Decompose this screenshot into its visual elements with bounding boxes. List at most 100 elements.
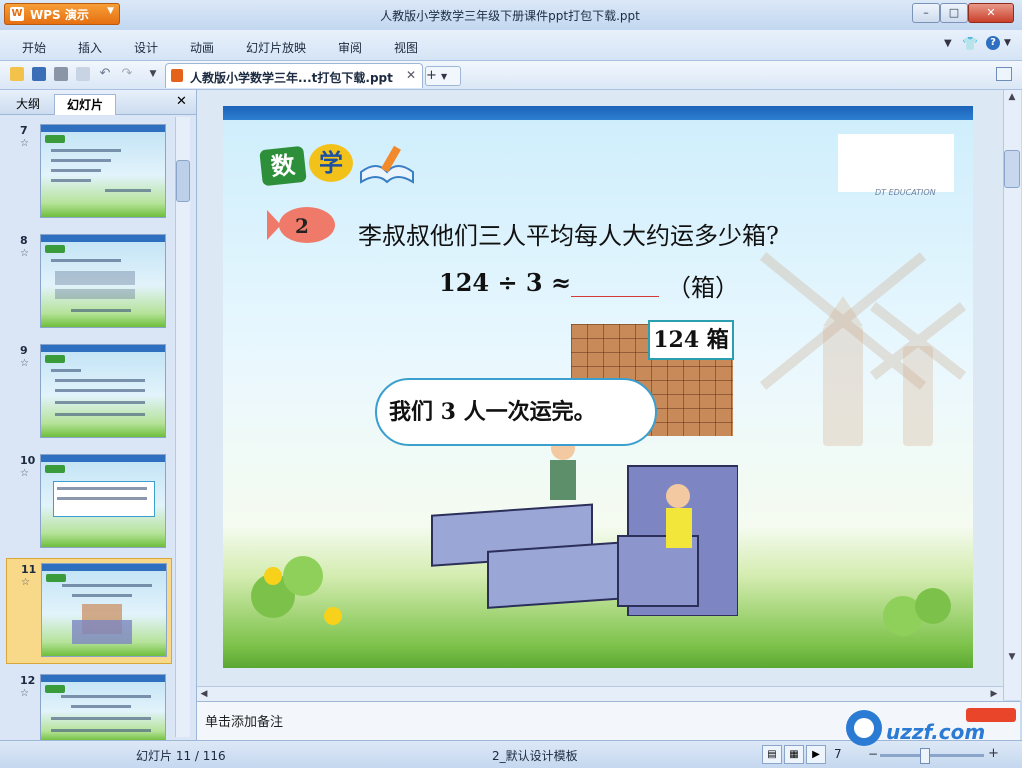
help-icon[interactable]: ? (986, 36, 1000, 50)
slide-number: 7 (20, 124, 28, 137)
star-icon: ☆ (20, 358, 29, 369)
slide-thumbnail-8[interactable]: 8 ☆ (6, 230, 170, 330)
question-number: 2 (295, 214, 309, 238)
slide-preview (41, 563, 167, 657)
panel-tabs: 大纲 幻灯片 ✕ (0, 90, 196, 115)
menu-slideshow[interactable]: 幻灯片放映 (246, 39, 306, 56)
clover-decoration (883, 588, 951, 636)
unit-text: （箱） (667, 274, 739, 302)
watermark-text: uzzf.com (886, 720, 986, 744)
slide-preview (40, 124, 166, 218)
menu-animation[interactable]: 动画 (190, 39, 214, 56)
star-icon: ☆ (20, 138, 29, 149)
close-tab-icon[interactable]: ✕ (406, 68, 416, 82)
menu-view[interactable]: 视图 (394, 39, 418, 56)
speech-text: 我们 3 人一次运完。 (389, 399, 596, 425)
undo-icon[interactable]: ↶ (98, 67, 112, 81)
slide-number: 12 (20, 674, 36, 687)
slide-thumbnail-7[interactable]: 7 ☆ (6, 120, 170, 220)
horizontal-scrollbar[interactable]: ◀ ▶ (197, 686, 1003, 701)
save-icon[interactable] (32, 67, 46, 81)
menu-review[interactable]: 审阅 (338, 39, 362, 56)
slide-preview (40, 234, 166, 328)
edu-caption: DT EDUCATION (875, 188, 936, 197)
ppt-file-icon (171, 69, 183, 82)
window-layout-icon[interactable] (996, 67, 1012, 81)
menu-bar: 开始 插入 设计 动画 幻灯片放映 审阅 视图 ▼ 👕 ? ▼ (0, 30, 1022, 61)
menu-insert[interactable]: 插入 (78, 39, 102, 56)
slide-number: 9 (20, 344, 28, 357)
menu-start[interactable]: 开始 (22, 39, 46, 56)
star-icon: ☆ (20, 688, 29, 699)
scroll-left-icon[interactable]: ◀ (197, 687, 211, 701)
site-watermark: uzzf.com (842, 704, 1018, 750)
open-folder-icon[interactable] (10, 67, 24, 81)
chevron-down-icon: ▼ (441, 72, 448, 81)
app-brand-label: WPS 演示 (30, 8, 89, 22)
subject-badge-char-1: 数 (259, 145, 307, 187)
scroll-down-icon[interactable]: ▼ (1005, 650, 1019, 664)
box-count-label: 124 箱 (648, 320, 734, 360)
tab-outline[interactable]: 大纲 (8, 94, 48, 114)
slide-preview (40, 344, 166, 438)
answer-blank (571, 296, 659, 297)
redo-icon[interactable]: ↷ (120, 67, 134, 81)
logo-placeholder (838, 134, 954, 192)
wps-menu-button[interactable]: W WPS 演示 ▼ (4, 3, 120, 25)
slide-preview (40, 674, 166, 742)
tab-slides[interactable]: 幻灯片 (54, 94, 116, 115)
star-icon: ☆ (21, 577, 30, 588)
slides-panel: 大纲 幻灯片 ✕ 7 ☆ 8 ☆ 9 ☆ 10 ☆ 11 ☆ 12 ☆ (0, 90, 197, 742)
star-icon: ☆ (20, 468, 29, 479)
clover-flower-decoration (251, 556, 342, 625)
document-tab[interactable]: 人教版小学数学三年...t打包下载.ppt ✕ (165, 63, 423, 88)
panel-scroll-thumb[interactable] (176, 160, 190, 202)
slide-preview (40, 454, 166, 548)
menu-design[interactable]: 设计 (134, 39, 158, 56)
zoom-slider-knob[interactable] (920, 748, 930, 764)
chevron-down-icon: ▼ (107, 6, 114, 16)
notes-placeholder: 单击添加备注 (205, 715, 284, 730)
slide-sorter-icon[interactable]: ▦ (784, 745, 804, 764)
chevron-down-icon[interactable]: ▼ (944, 38, 952, 49)
chevron-down-icon[interactable]: ▼ (1004, 38, 1011, 48)
subject-badge-char-2: 学 (309, 144, 353, 182)
book-pencil-icon (360, 145, 414, 184)
slideshow-icon[interactable]: ▶ (806, 745, 826, 764)
template-name: 2_默认设计模板 (492, 749, 578, 763)
current-slide[interactable]: DT EDUCATION 数 学 2 李叔叔他们三人平均每人大约运多少箱? 12… (223, 106, 973, 668)
close-panel-icon[interactable]: ✕ (176, 94, 187, 109)
close-button[interactable]: ✕ (968, 3, 1014, 23)
slide-thumbnail-9[interactable]: 9 ☆ (6, 340, 170, 440)
new-tab-label: + (426, 68, 437, 83)
formula-text: 124 ÷ 3 ≈ (439, 268, 572, 297)
wps-logo-icon: W (10, 7, 24, 21)
window-title: 人教版小学数学三年级下册课件ppt打包下载.ppt (380, 9, 640, 23)
slide-number: 8 (20, 234, 28, 247)
slide-number: 11 (21, 563, 37, 576)
quick-toolbar: ↶ ↷ ▼ 人教版小学数学三年...t打包下载.ppt ✕ + ▼ (0, 61, 1022, 90)
minimize-button[interactable]: – (912, 3, 940, 23)
slide-thumbnail-10[interactable]: 10 ☆ (6, 450, 170, 550)
slide-counter: 幻灯片 11 / 116 (136, 749, 226, 763)
chevron-down-icon[interactable]: ▼ (146, 67, 160, 81)
zoom-slider[interactable] (880, 754, 984, 757)
document-tab-label: 人教版小学数学三年...t打包下载.ppt (190, 71, 393, 85)
vertical-scroll-thumb[interactable] (1004, 150, 1020, 188)
title-bar: W WPS 演示 ▼ 人教版小学数学三年级下册课件ppt打包下载.ppt – □… (0, 0, 1022, 30)
scroll-right-icon[interactable]: ▶ (987, 687, 1001, 701)
maximize-button[interactable]: □ (940, 3, 968, 23)
normal-view-icon[interactable]: ▤ (762, 745, 782, 764)
question-text: 李叔叔他们三人平均每人大约运多少箱? (358, 222, 779, 250)
shirt-icon[interactable]: 👕 (962, 37, 978, 52)
slide-number: 10 (20, 454, 36, 467)
print-icon[interactable] (54, 67, 68, 81)
panel-scrollbar[interactable] (175, 117, 190, 737)
new-tab-button[interactable]: + ▼ (425, 66, 461, 86)
slide-thumbnail-11[interactable]: 11 ☆ (6, 558, 172, 664)
slide-thumbnail-12[interactable]: 12 ☆ (6, 670, 170, 742)
star-icon: ☆ (20, 248, 29, 259)
scroll-up-icon[interactable]: ▲ (1005, 90, 1019, 104)
print-preview-icon[interactable] (76, 67, 90, 81)
zoom-level: 7 (834, 747, 842, 761)
